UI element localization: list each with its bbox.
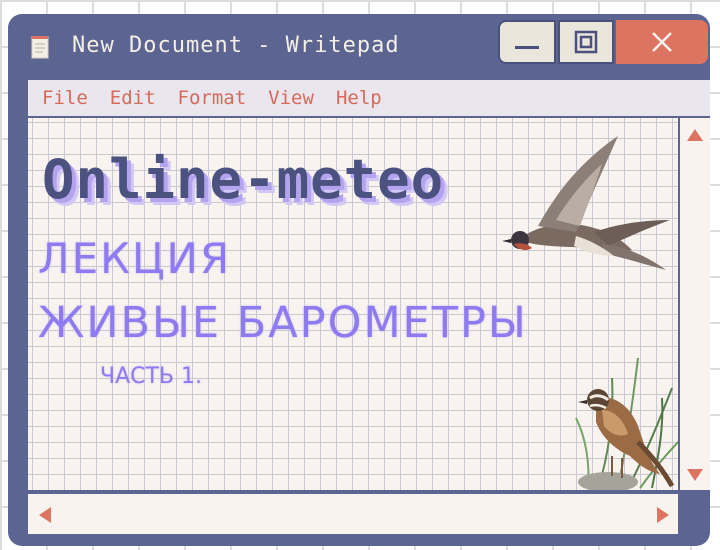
menu-format[interactable]: Format (178, 87, 247, 109)
minimize-icon (515, 46, 539, 49)
document-heading: Online-meteo (42, 148, 445, 211)
app-window: New Document - Writepad File Edit Format… (8, 14, 710, 546)
lecture-part: ЧАСТЬ 1. (100, 364, 203, 389)
menu-file[interactable]: File (42, 87, 88, 109)
scroll-left-icon[interactable] (38, 506, 52, 524)
menu-edit[interactable]: Edit (110, 87, 156, 109)
bunting-image (575, 357, 678, 490)
minimize-button[interactable] (498, 20, 556, 64)
maximize-icon (574, 30, 598, 54)
document-area[interactable]: Online-meteo ЛЕКЦИЯ ЖИВЫЕ БАРОМЕТРЫ ЧАСТ… (28, 118, 678, 490)
lecture-title: ЖИВЫЕ БАРОМЕТРЫ (38, 298, 528, 348)
scroll-up-icon[interactable] (686, 128, 704, 142)
maximize-button[interactable] (558, 20, 614, 64)
scroll-right-icon[interactable] (656, 506, 670, 524)
title-bar[interactable]: New Document - Writepad (8, 14, 710, 78)
document-icon (31, 36, 49, 59)
lecture-label: ЛЕКЦИЯ (38, 234, 232, 283)
scroll-down-icon[interactable] (686, 468, 704, 482)
window-title: New Document - Writepad (72, 33, 400, 58)
close-icon (652, 32, 672, 52)
horizontal-scrollbar[interactable] (28, 494, 678, 534)
close-button[interactable] (616, 20, 708, 64)
menu-view[interactable]: View (268, 87, 314, 109)
menu-help[interactable]: Help (336, 87, 382, 109)
swallow-image (502, 136, 670, 270)
menu-bar: File Edit Format View Help (28, 80, 710, 116)
vertical-scrollbar[interactable] (680, 118, 710, 490)
